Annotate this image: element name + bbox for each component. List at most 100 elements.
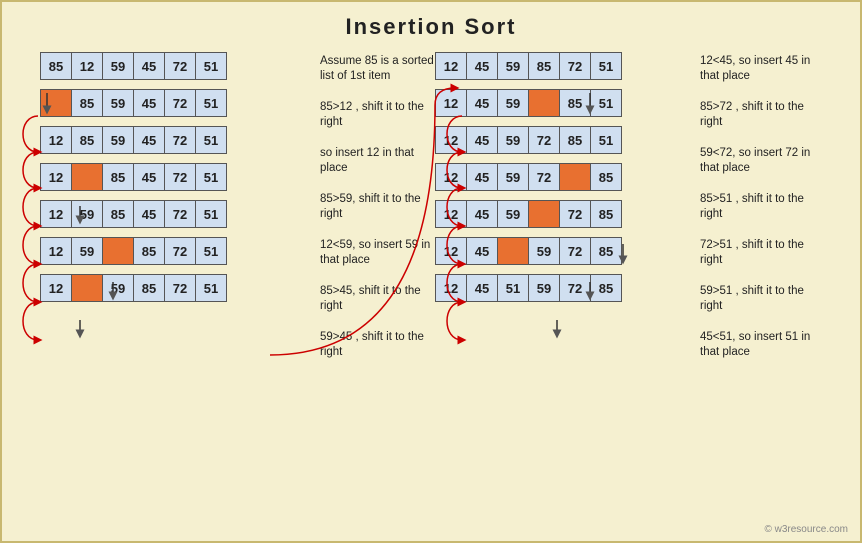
array-cell: 72 — [528, 126, 560, 154]
right-row-wrapper: 1245597285 — [435, 200, 621, 232]
left-panel: 8512594572518559457251128559457251128545… — [10, 48, 320, 374]
array-cell: 12 — [40, 200, 72, 228]
array-cell: 45 — [466, 126, 498, 154]
array-row: 8559457251 — [40, 89, 226, 117]
array-cell: 12 — [40, 126, 72, 154]
right-label-item: 72>51 , shift it to the right — [700, 236, 820, 270]
array-row: 1259857251 — [40, 237, 226, 265]
array-cell: 85 — [102, 163, 134, 191]
array-row: 125985457251 — [40, 200, 226, 228]
array-cell: 85 — [559, 126, 591, 154]
array-cell: 45 — [133, 89, 165, 117]
content-section: 8512594572518559457251128559457251128545… — [2, 48, 860, 374]
array-cell: 51 — [590, 126, 622, 154]
array-cell: 59 — [102, 274, 134, 302]
array-cell: 85 — [590, 163, 622, 191]
array-cell: 59 — [102, 89, 134, 117]
array-cell: 72 — [164, 237, 196, 265]
array-cell: 12 — [435, 52, 467, 80]
array-cell: 72 — [559, 274, 591, 302]
middle-label-item: 59>45 , shift it to the right — [320, 328, 435, 362]
array-cell: 12 — [435, 126, 467, 154]
array-cell: 12 — [435, 200, 467, 228]
array-row: 124559728551 — [435, 126, 621, 154]
array-cell: 59 — [497, 89, 529, 117]
right-row-wrapper: 1245597285 — [435, 163, 621, 195]
left-row-wrapper: 851259457251 — [40, 52, 226, 84]
array-cell — [528, 89, 560, 117]
array-cell: 51 — [497, 274, 529, 302]
array-cell: 45 — [466, 237, 498, 265]
array-cell: 12 — [435, 163, 467, 191]
array-cell: 85 — [71, 126, 103, 154]
array-row: 1259857251 — [40, 274, 226, 302]
right-label-item: 85>51 , shift it to the right — [700, 190, 820, 224]
array-cell: 59 — [102, 52, 134, 80]
right-row-wrapper: 124559728551 — [435, 126, 621, 158]
left-row-wrapper: 1259857251 — [40, 237, 226, 269]
left-row-wrapper: 125985457251 — [40, 200, 226, 232]
array-cell: 51 — [195, 274, 227, 302]
array-cell: 45 — [466, 89, 498, 117]
array-cell: 45 — [466, 200, 498, 228]
array-cell: 51 — [195, 200, 227, 228]
page-title: Insertion Sort — [2, 2, 860, 48]
array-cell: 72 — [528, 163, 560, 191]
array-cell: 85 — [528, 52, 560, 80]
array-cell: 59 — [528, 237, 560, 265]
array-row: 1245597285 — [435, 237, 621, 265]
right-label-item: 45<51, so insert 51 in that place — [700, 328, 820, 362]
array-cell: 85 — [133, 274, 165, 302]
array-cell: 12 — [435, 89, 467, 117]
array-cell: 59 — [71, 200, 103, 228]
array-row: 1245598551 — [435, 89, 621, 117]
right-panel: 1245598572511245598551124559728551124559… — [435, 48, 700, 374]
right-labels: 12<45, so insert 45 in that place85>72 ,… — [700, 48, 820, 374]
array-cell: 59 — [497, 163, 529, 191]
array-cell: 85 — [133, 237, 165, 265]
array-cell: 51 — [195, 126, 227, 154]
array-row: 128559457251 — [40, 126, 226, 154]
array-cell — [528, 200, 560, 228]
array-cell: 72 — [164, 89, 196, 117]
array-cell: 72 — [559, 52, 591, 80]
watermark: © w3resource.com — [764, 524, 848, 535]
array-cell: 45 — [133, 200, 165, 228]
array-row: 851259457251 — [40, 52, 226, 80]
array-cell: 12 — [435, 274, 467, 302]
array-cell: 51 — [590, 52, 622, 80]
array-cell — [40, 89, 72, 117]
array-cell — [71, 274, 103, 302]
array-cell: 59 — [102, 126, 134, 154]
array-cell: 59 — [528, 274, 560, 302]
middle-label-item: so insert 12 in that place — [320, 144, 435, 178]
left-row-wrapper: 1285457251 — [40, 163, 226, 195]
array-cell: 72 — [559, 237, 591, 265]
middle-label-item: 85>59, shift it to the right — [320, 190, 435, 224]
middle-label-item: Assume 85 is a sorted list of 1st item — [320, 52, 435, 86]
array-cell: 72 — [559, 200, 591, 228]
middle-label-item: 85>12 , shift it to the right — [320, 98, 435, 132]
middle-label-item: 12<59, so insert 59 in that place — [320, 236, 435, 270]
array-cell — [497, 237, 529, 265]
left-row-wrapper: 128559457251 — [40, 126, 226, 158]
array-row: 124559857251 — [435, 52, 621, 80]
right-row-wrapper: 1245598551 — [435, 89, 621, 121]
array-cell: 45 — [133, 126, 165, 154]
array-row: 1245597285 — [435, 163, 621, 191]
array-cell: 85 — [102, 200, 134, 228]
right-row-wrapper: 124551597285 — [435, 274, 621, 306]
array-cell: 12 — [71, 52, 103, 80]
array-cell: 45 — [133, 52, 165, 80]
array-cell: 72 — [164, 274, 196, 302]
array-cell: 51 — [195, 89, 227, 117]
array-cell: 59 — [497, 200, 529, 228]
array-cell: 45 — [466, 52, 498, 80]
array-cell: 12 — [40, 163, 72, 191]
array-cell: 12 — [435, 237, 467, 265]
array-cell: 72 — [164, 200, 196, 228]
array-cell: 51 — [195, 237, 227, 265]
right-row-wrapper: 1245597285 — [435, 237, 621, 269]
left-row-wrapper: 8559457251 — [40, 89, 226, 121]
array-cell: 72 — [164, 163, 196, 191]
